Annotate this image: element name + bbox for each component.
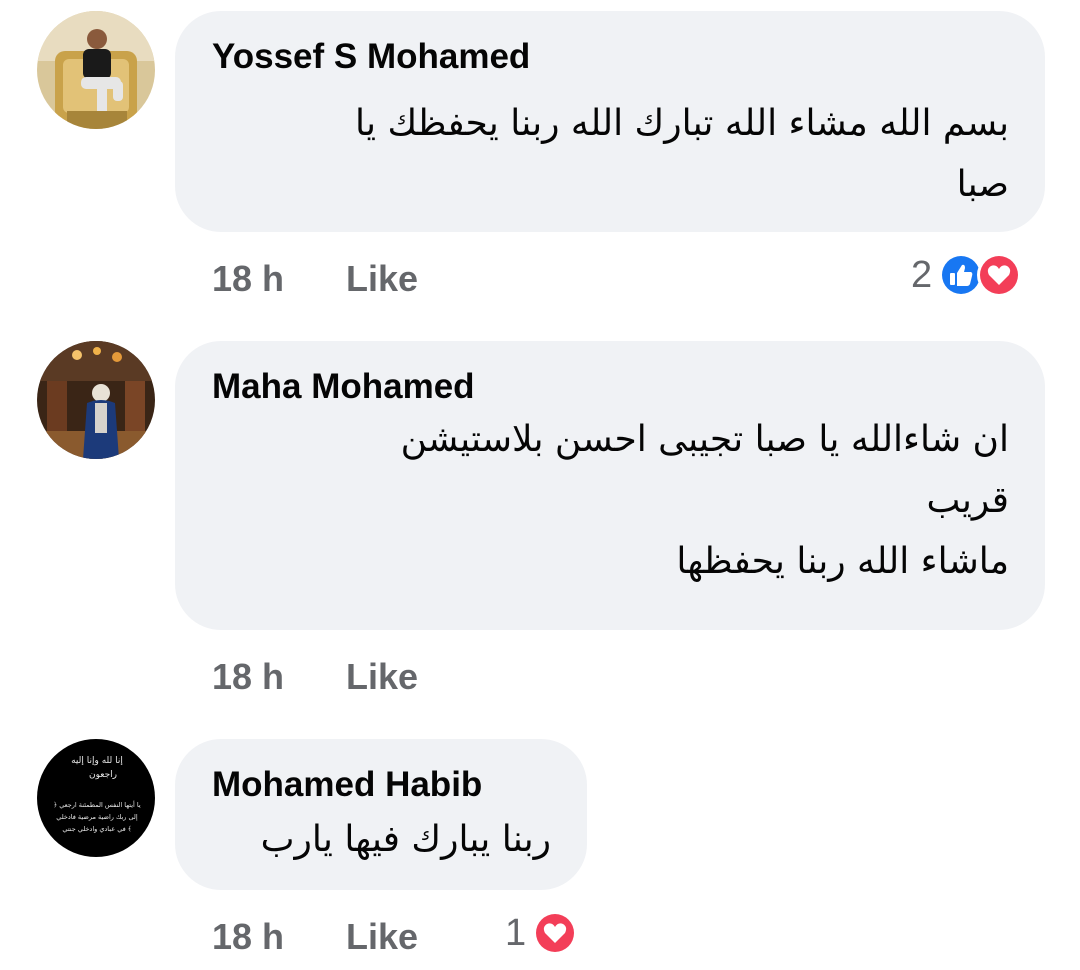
comment-bubble: Yossef S Mohamed بسم الله مشاء الله تبار… [175, 11, 1045, 232]
like-button[interactable]: Like [346, 916, 418, 958]
comment-bubble: Maha Mohamed ان شاءالله يا صبا تجيبى احس… [175, 341, 1045, 630]
reaction-count: 2 [911, 253, 933, 296]
comment-text: ربنا يبارك فيها يارب [260, 819, 551, 860]
avatar[interactable] [37, 341, 155, 459]
avatar-calligraphy-line2: راجعون [89, 770, 117, 780]
avatar-calligraphy-line5: في عبادي وادخلي جنتي ﴾ [62, 825, 131, 833]
avatar-maha-image [37, 341, 155, 459]
comment-timestamp[interactable]: 18 h [212, 916, 284, 958]
avatar-calligraphy-line1: إنا لله وإنا إليه [71, 756, 123, 766]
comment-text: بسم الله مشاء الله تبارك الله ربنا يحفظك… [355, 103, 1009, 205]
reaction-summary[interactable]: 2 [911, 252, 1022, 298]
reaction-count: 1 [505, 911, 527, 954]
love-icon [977, 253, 1022, 297]
comment-actions: 18 h Like [212, 656, 418, 698]
avatar-calligraphy-line4: إلى ربك راضية مرضية فادخلي [56, 813, 138, 821]
comment-text: ان شاءالله يا صبا تجيبى احسن بلاستيشن قر… [400, 419, 1009, 582]
comment-timestamp[interactable]: 18 h [212, 656, 284, 698]
reaction-summary[interactable]: 1 [505, 910, 578, 956]
like-button[interactable]: Like [346, 656, 418, 698]
avatar[interactable] [37, 11, 155, 129]
love-icon [533, 911, 578, 955]
avatar[interactable]: إنا لله وإنا إليه راجعون ﴿ يا أيتها النف… [37, 739, 155, 857]
comment-author[interactable]: Mohamed Habib [212, 765, 482, 805]
comment-author[interactable]: Maha Mohamed [212, 367, 475, 407]
comment-author[interactable]: Yossef S Mohamed [212, 37, 530, 77]
comment-bubble: Mohamed Habib ربنا يبارك فيها يارب [175, 739, 587, 890]
comment-actions: 18 h Like [212, 258, 418, 300]
comment-timestamp[interactable]: 18 h [212, 258, 284, 300]
avatar-yossef-image [37, 11, 155, 129]
comment-actions: 18 h Like [212, 916, 418, 958]
avatar-habib-image: إنا لله وإنا إليه راجعون ﴿ يا أيتها النف… [37, 739, 155, 857]
avatar-calligraphy-line3: ﴿ يا أيتها النفس المطمئنة ارجعي [53, 800, 141, 809]
like-button[interactable]: Like [346, 258, 418, 300]
